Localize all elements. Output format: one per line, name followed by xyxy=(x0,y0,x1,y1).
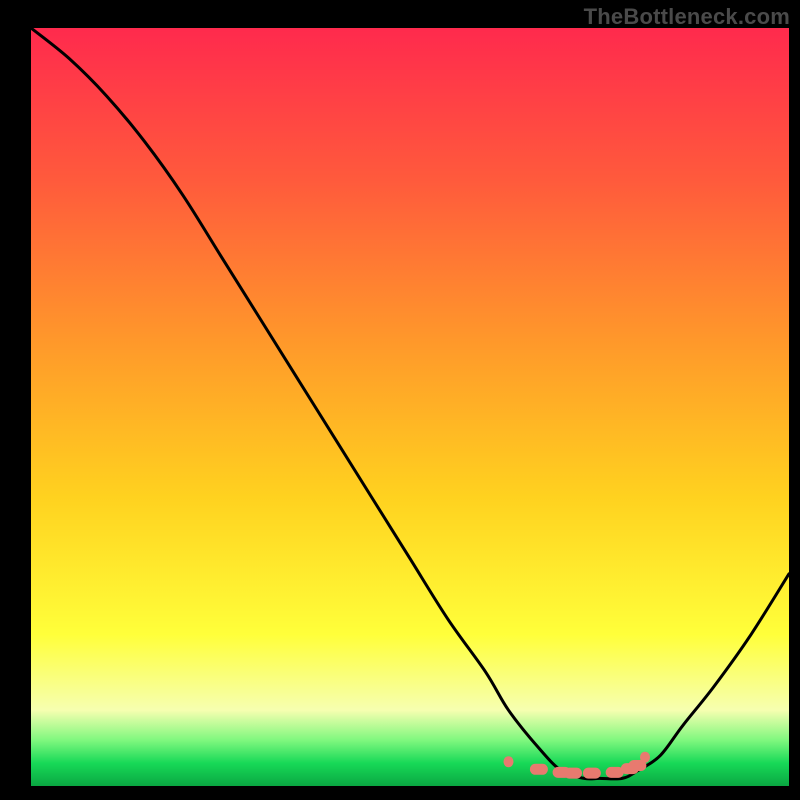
optimal-marker xyxy=(564,768,582,779)
optimal-marker xyxy=(583,768,601,779)
optimal-marker xyxy=(640,752,650,763)
bottleneck-chart xyxy=(0,0,800,800)
optimal-marker xyxy=(504,756,514,767)
chart-stage: TheBottleneck.com xyxy=(0,0,800,800)
green-band xyxy=(31,737,789,786)
optimal-marker xyxy=(530,764,548,775)
watermark-text: TheBottleneck.com xyxy=(584,4,790,30)
